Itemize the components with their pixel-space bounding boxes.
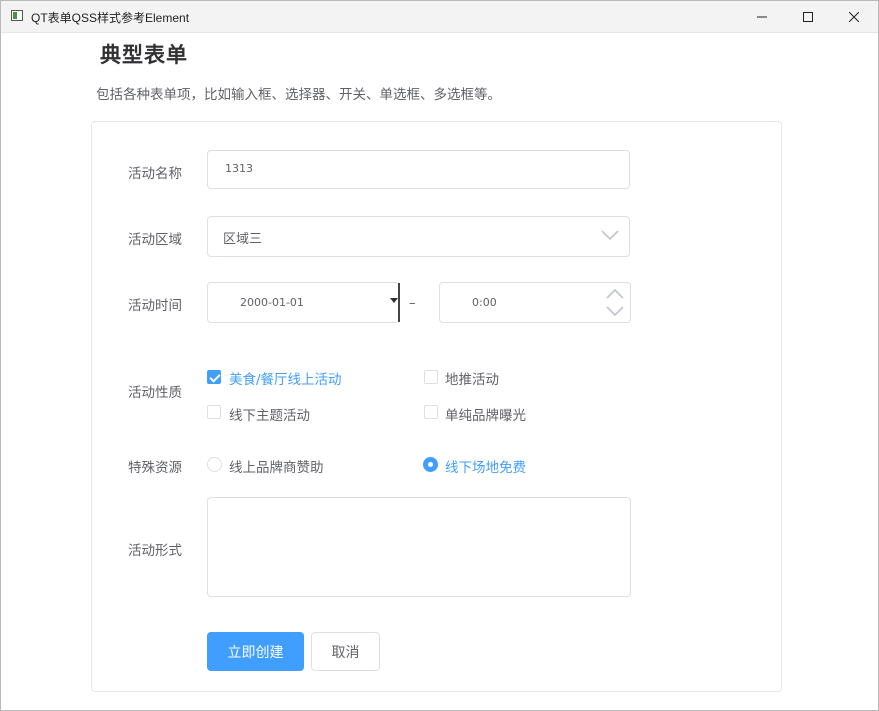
create-button[interactable]: 立即创建 (207, 632, 304, 671)
close-icon (849, 11, 859, 22)
name-input-value: 1313 (225, 162, 253, 175)
close-button[interactable] (831, 1, 877, 32)
checkbox-ground-promo-label[interactable]: 地推活动 (445, 368, 499, 388)
name-input[interactable]: 1313 (207, 150, 630, 189)
page-subtitle: 包括各种表单项，比如输入框、选择器、开关、单选框、多选框等。 (96, 87, 501, 103)
region-select[interactable]: 区域三 (207, 216, 630, 257)
cancel-button[interactable]: 取消 (311, 632, 380, 671)
checkbox-online-food[interactable] (207, 370, 221, 384)
radio-offline-venue[interactable] (423, 457, 438, 472)
checkbox-online-food-label[interactable]: 美食/餐厅线上活动 (229, 368, 342, 388)
spin-up-icon[interactable] (606, 288, 624, 300)
checkbox-offline-theme[interactable] (207, 405, 221, 419)
date-picker-edge (398, 283, 400, 322)
checkbox-brand-exposure[interactable] (424, 405, 438, 419)
radio-offline-venue-label[interactable]: 线下场地免费 (445, 456, 526, 476)
region-select-value: 区域三 (223, 232, 263, 247)
form-type-textarea[interactable] (207, 497, 631, 597)
date-value: 2000-01-01 (240, 296, 304, 309)
minimize-button[interactable] (739, 1, 785, 32)
nature-label: 活动性质 (128, 385, 182, 401)
time-picker[interactable]: 0:00 (439, 282, 631, 323)
dropdown-arrow-icon[interactable] (390, 298, 398, 303)
name-label: 活动名称 (128, 166, 182, 182)
resource-label: 特殊资源 (128, 460, 182, 476)
time-label: 活动时间 (128, 298, 182, 314)
date-picker[interactable]: 2000-01-01 (207, 282, 400, 323)
radio-online-sponsor[interactable] (207, 457, 222, 472)
region-label: 活动区域 (128, 232, 182, 248)
page-title: 典型表单 (100, 42, 188, 67)
checkbox-ground-promo[interactable] (424, 370, 438, 384)
checkbox-offline-theme-label[interactable]: 线下主题活动 (229, 404, 310, 424)
window-title: QT表单QSS样式参考Element (31, 11, 190, 25)
maximize-icon (803, 11, 813, 22)
title-bar: QT表单QSS样式参考Element (1, 1, 878, 33)
range-separator: – (409, 296, 416, 311)
maximize-button[interactable] (785, 1, 831, 32)
time-value: 0:00 (472, 296, 497, 309)
checkbox-brand-exposure-label[interactable]: 单纯品牌曝光 (445, 404, 526, 424)
minimize-icon (757, 16, 767, 17)
spin-down-icon[interactable] (606, 305, 624, 317)
chevron-down-icon (601, 230, 619, 241)
radio-online-sponsor-label[interactable]: 线上品牌商赞助 (229, 456, 324, 476)
form-type-label: 活动形式 (128, 543, 182, 559)
app-icon (11, 10, 23, 21)
